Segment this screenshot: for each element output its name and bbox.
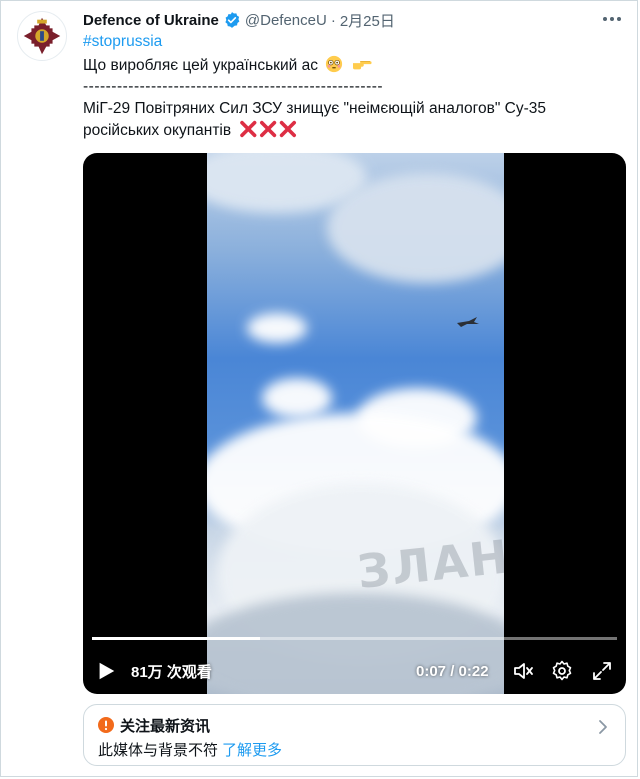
notice-body-text: 此媒体与背景不符: [98, 742, 219, 759]
chevron-right-icon[interactable]: [597, 719, 609, 735]
tweet-card: Defence of Ukraine @DefenceU · 2月25日 #st…: [0, 0, 638, 777]
play-button[interactable]: [95, 653, 117, 689]
pointing-hand-emoji-icon: [352, 61, 372, 70]
settings-button[interactable]: [550, 653, 574, 689]
tweet-line-1-text: Що виробляє цей український ас: [83, 57, 318, 74]
video-controls: 81万 次观看 0:07 / 0:22: [83, 653, 626, 689]
notice-body: 此媒体与背景不符 了解更多: [98, 739, 282, 760]
progress-fill: [92, 637, 260, 640]
view-count: 81万 次观看: [131, 663, 212, 681]
hashtag-link[interactable]: #stoprussia: [83, 32, 623, 52]
author-name[interactable]: Defence of Ukraine: [83, 12, 219, 29]
fullscreen-icon: [593, 662, 611, 680]
volume-icon: [514, 663, 533, 679]
video-frame: ЗЛАНАЛ: [207, 153, 504, 694]
cross-mark-emojis-icon: [240, 120, 297, 138]
settings-icon: [552, 660, 572, 681]
tweet-divider: ----------------------------------------…: [83, 77, 623, 97]
play-icon: [99, 662, 115, 680]
author-handle[interactable]: @DefenceU: [245, 12, 327, 29]
fullscreen-button[interactable]: [590, 653, 614, 689]
tweet-line-3-text: російських окупантів: [83, 122, 232, 139]
video-time: 0:07 / 0:22: [416, 662, 489, 680]
aircraft-silhouette: [457, 317, 479, 327]
video-player[interactable]: ЗЛАНАЛ 81万 次观看 0:07 / 0:22: [83, 153, 626, 694]
avatar[interactable]: [17, 11, 67, 61]
tweet-line-3: російських окупантів: [83, 120, 623, 141]
tweet-header: Defence of Ukraine @DefenceU · 2月25日: [83, 9, 395, 31]
flushed-face-emoji-icon: [326, 55, 343, 73]
separator-dot: ·: [330, 11, 336, 29]
context-notice[interactable]: 关注最新资讯 此媒体与背景不符 了解更多: [83, 704, 626, 766]
hashtag-text[interactable]: #stoprussia: [83, 33, 162, 50]
tweet-date[interactable]: 2月25日: [340, 10, 395, 31]
tweet-line-2-text: МіГ-29 Повітряних Сил ЗСУ знищує "неімєю…: [83, 100, 546, 117]
tweet-divider-text: ----------------------------------------…: [83, 78, 384, 95]
verified-badge-icon: [225, 12, 240, 28]
tweet-line-1: Що виробляє цей український ас: [83, 55, 623, 76]
more-options-icon[interactable]: [603, 10, 621, 28]
volume-button[interactable]: [511, 653, 535, 689]
learn-more-link[interactable]: 了解更多: [222, 742, 282, 759]
ukraine-defence-emblem-icon: [18, 12, 66, 60]
notice-title: 关注最新资讯: [120, 718, 211, 735]
progress-bar[interactable]: [92, 637, 617, 640]
tweet-line-2: МіГ-29 Повітряних Сил ЗСУ знищує "неімєю…: [83, 99, 623, 119]
alert-icon: [98, 717, 114, 733]
